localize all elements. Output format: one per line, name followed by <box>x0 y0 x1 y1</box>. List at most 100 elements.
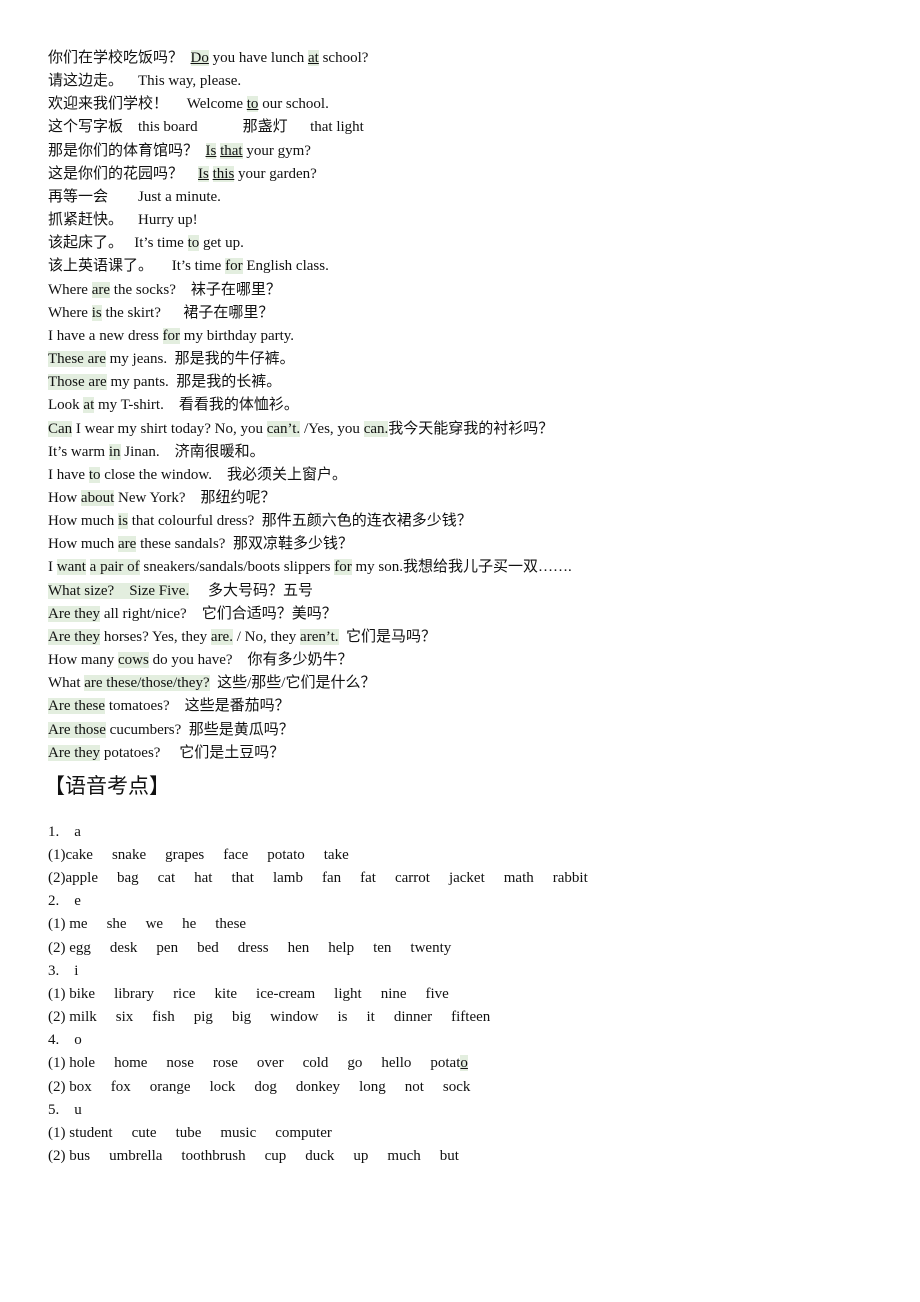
text-segment: long <box>359 1078 386 1095</box>
highlighted-segment: are <box>118 536 137 553</box>
phonics-word: donkey <box>296 1076 340 1099</box>
phonics-word: fan <box>322 867 341 890</box>
text-segment: 2. e <box>48 893 81 910</box>
text-segment: potatoes? 它们是土豆吗？ <box>100 744 285 761</box>
text-segment: I have a new dress <box>48 327 163 344</box>
text-segment: How many <box>48 652 118 669</box>
highlighted-segment: Are they <box>48 605 101 622</box>
text-segment: cup <box>264 1148 287 1165</box>
phonics-word: take <box>324 844 349 867</box>
text-segment: home <box>114 1055 148 1072</box>
highlighted-segment: at <box>308 50 319 66</box>
phonics-list: 1. a (1)cake snake grapes face potato take (2)a… <box>48 809 607 1168</box>
phonics-word: pen <box>156 937 178 960</box>
document-page: 你们在学校吃饭吗？ Do you have lunch at school? 请这… <box>44 47 607 1168</box>
phonics-word: face <box>223 844 248 867</box>
highlighted-segment: Are these <box>48 698 106 715</box>
text-segment: 欢迎来我们学校！ Welcome <box>48 96 247 113</box>
highlighted-segment: Is <box>198 165 209 182</box>
phonics-word: he <box>182 913 196 936</box>
phonics-word: go <box>347 1052 362 1075</box>
phonics-word: these <box>215 913 246 936</box>
text-segment: fan <box>321 870 342 887</box>
text-segment: (1) me <box>48 916 88 933</box>
sentence-line: 你们在学校吃饭吗？ Do you have lunch at school? <box>48 47 607 70</box>
text-segment: cold <box>302 1055 329 1072</box>
phonics-word: is <box>337 1006 347 1029</box>
phonics-word: up <box>353 1145 368 1168</box>
highlighted-segment: to <box>187 235 200 252</box>
text-segment: (2) box <box>48 1078 92 1095</box>
text-segment: big <box>231 1009 252 1026</box>
text-segment: hello <box>381 1055 412 1072</box>
text-segment: How much <box>48 513 118 530</box>
text-segment: fat <box>360 870 376 887</box>
phonics-word: bed <box>197 937 219 960</box>
text-segment: It’s warm <box>48 443 109 460</box>
text-segment: face <box>223 847 249 863</box>
phonics-row: (1) hole home nose rose over cold go hello potat… <box>48 1052 607 1075</box>
text-segment: six <box>115 1009 134 1026</box>
text-segment: I wear my shirt today? No, you <box>72 420 267 437</box>
highlighted-segment: for <box>225 258 243 275</box>
phonics-word: (2) bus <box>48 1145 90 1168</box>
phonics-row: 1. a <box>48 821 607 844</box>
phonics-word: grapes <box>165 844 204 867</box>
text-segment: 它们是马吗？ <box>338 628 437 645</box>
phonics-word: six <box>116 1006 134 1029</box>
text-segment: carrot <box>394 870 430 887</box>
text-segment: potato <box>267 847 305 863</box>
phonics-word: (1) hole <box>48 1052 95 1075</box>
text-segment: tomatoes? 这些是番茄吗？ <box>105 698 290 715</box>
text-segment: umbrella <box>109 1148 163 1165</box>
phonics-word: orange <box>150 1076 191 1099</box>
text-segment: 1. a <box>48 823 81 840</box>
phonics-word: 5. u <box>48 1099 82 1122</box>
sentence-line: It’s warm in Jinan. 济南很暖和。 <box>48 441 607 464</box>
text-segment: fifteen <box>451 1009 491 1026</box>
text-segment: 你们在学校吃饭吗？ <box>48 50 191 66</box>
text-segment: kite <box>214 985 238 1002</box>
text-segment: nine <box>380 985 407 1002</box>
phonics-word: 4. o <box>48 1029 82 1052</box>
phonics-word: cold <box>303 1052 329 1075</box>
text-segment: I have <box>48 466 89 483</box>
text-segment: window <box>270 1009 319 1026</box>
text-segment: the socks? 袜子在哪里？ <box>110 281 281 298</box>
phonics-word: ice-cream <box>256 983 315 1006</box>
highlighted-segment: o <box>460 1055 468 1072</box>
text-segment: these sandals? 那双凉鞋多少钱？ <box>136 536 353 553</box>
text-segment: is <box>337 1009 348 1026</box>
text-segment: cute <box>131 1124 157 1141</box>
highlighted-segment: about <box>80 489 115 506</box>
sentence-line: 再等一会 Just a minute. <box>48 186 607 209</box>
text-segment: cat <box>157 870 176 887</box>
sentence-line: Are they potatoes? 它们是土豆吗？ <box>48 742 607 765</box>
text-segment: sneakers/sandals/boots slippers <box>139 559 335 576</box>
phonics-word: computer <box>275 1122 332 1145</box>
sentence-line: What are these/those/they? 这些/那些/它们是什么？ <box>48 672 607 695</box>
highlighted-segment: What size? Size Five. <box>48 582 190 599</box>
phonics-word: (1) bike <box>48 983 95 1006</box>
phonics-row: (2) bus umbrella toothbrush cup duck up much bu… <box>48 1145 607 1168</box>
phonics-row: 5. u <box>48 1099 607 1122</box>
phonics-word: umbrella <box>109 1145 162 1168</box>
text-segment: lock <box>209 1078 236 1095</box>
phonics-word: rabbit <box>553 867 588 890</box>
text-segment: 该起床了。 It’s time <box>48 235 188 252</box>
text-segment: over <box>256 1055 284 1072</box>
text-segment: dress <box>237 939 269 956</box>
sentence-line: How many cows do you have? 你有多少奶牛？ <box>48 649 607 672</box>
phonics-word: pig <box>194 1006 213 1029</box>
highlighted-segment: Is <box>205 142 217 159</box>
sentence-line: How much are these sandals? 那双凉鞋多少钱？ <box>48 533 607 556</box>
phonics-word: (2)apple <box>48 867 98 890</box>
phonics-word: ten <box>373 937 391 960</box>
text-segment: my jeans. 那是我的牛仔裤。 <box>105 351 295 368</box>
text-segment: my son.我想给我儿子买一双……. <box>351 559 572 576</box>
sentence-line: I have a new dress for my birthday party… <box>48 325 607 348</box>
text-segment: close the window. 我必须关上窗户。 <box>100 466 347 483</box>
text-segment: music <box>220 1124 257 1141</box>
highlighted-segment: Are those <box>48 721 106 738</box>
phonics-word: long <box>359 1076 386 1099</box>
